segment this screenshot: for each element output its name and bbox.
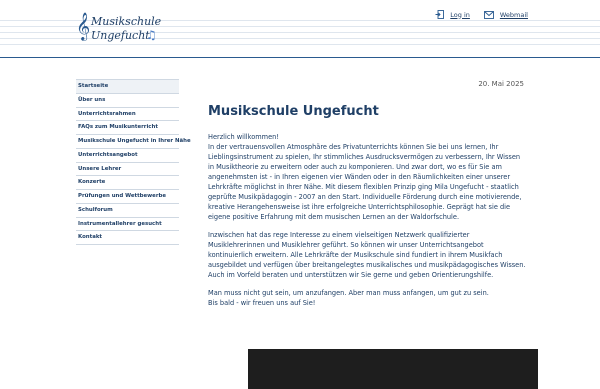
sidebar-item-unsere-lehrer[interactable]: Unsere Lehrer: [76, 163, 179, 177]
mail-icon: [483, 10, 494, 19]
site-header: 𝄞 Musikschule Ungefucht ♫ Log in Webmail: [0, 0, 600, 58]
sidebar-nav: Startseite Über uns Unterrichtsrahmen FA…: [76, 79, 191, 245]
login-icon: [435, 10, 445, 19]
network-paragraph: Inzwischen hat das rege Interesse zu ein…: [208, 230, 526, 279]
music-notes-icon: ♫: [146, 28, 157, 42]
sidebar-item-instrumentallehrer[interactable]: Instrumentallehrer gesucht: [76, 218, 179, 232]
header-divider: [0, 57, 600, 58]
sidebar-item-ueber-uns[interactable]: Über uns: [76, 94, 179, 108]
sidebar-item-konzerte[interactable]: Konzerte: [76, 176, 179, 190]
main-content: Musikschule Ungefucht Herzlich willkomme…: [208, 104, 526, 316]
login-label: Log in: [450, 10, 470, 19]
closing-paragraph: Man muss nicht gut sein, um anzufangen. …: [208, 288, 489, 307]
sidebar-item-schulforum[interactable]: Schulforum: [76, 204, 179, 218]
webmail-label: Webmail: [499, 10, 528, 19]
current-date: 20. Mai 2025: [478, 80, 524, 88]
page-title: Musikschule Ungefucht: [208, 104, 379, 119]
sidebar-item-unterrichtsangebot[interactable]: Unterrichtsangebot: [76, 149, 179, 163]
intro-paragraph: Herzlich willkommen! In der vertrauensvo…: [208, 132, 522, 221]
sidebar-item-pruefungen[interactable]: Prüfungen und Wettbewerbe: [76, 190, 179, 204]
login-link[interactable]: Log in: [435, 10, 470, 19]
treble-clef-icon: 𝄞: [76, 12, 91, 40]
top-links: Log in Webmail: [435, 10, 528, 19]
sidebar-item-faqs[interactable]: FAQs zum Musikunterricht: [76, 121, 179, 135]
video-player[interactable]: [248, 349, 539, 389]
logo-line-1: Musikschule: [91, 15, 162, 28]
sidebar-item-in-ihrer-naehe[interactable]: Musikschule Ungefucht in Ihrer Nähe: [76, 135, 191, 149]
sidebar-item-unterrichtsrahmen[interactable]: Unterrichtsrahmen: [76, 108, 179, 122]
site-logo[interactable]: 𝄞 Musikschule Ungefucht ♫: [76, 12, 162, 46]
sidebar-item-kontakt[interactable]: Kontakt: [76, 231, 179, 245]
logo-line-2: Ungefucht: [91, 29, 150, 42]
webmail-link[interactable]: Webmail: [483, 10, 528, 19]
sidebar-item-startseite[interactable]: Startseite: [76, 79, 179, 94]
